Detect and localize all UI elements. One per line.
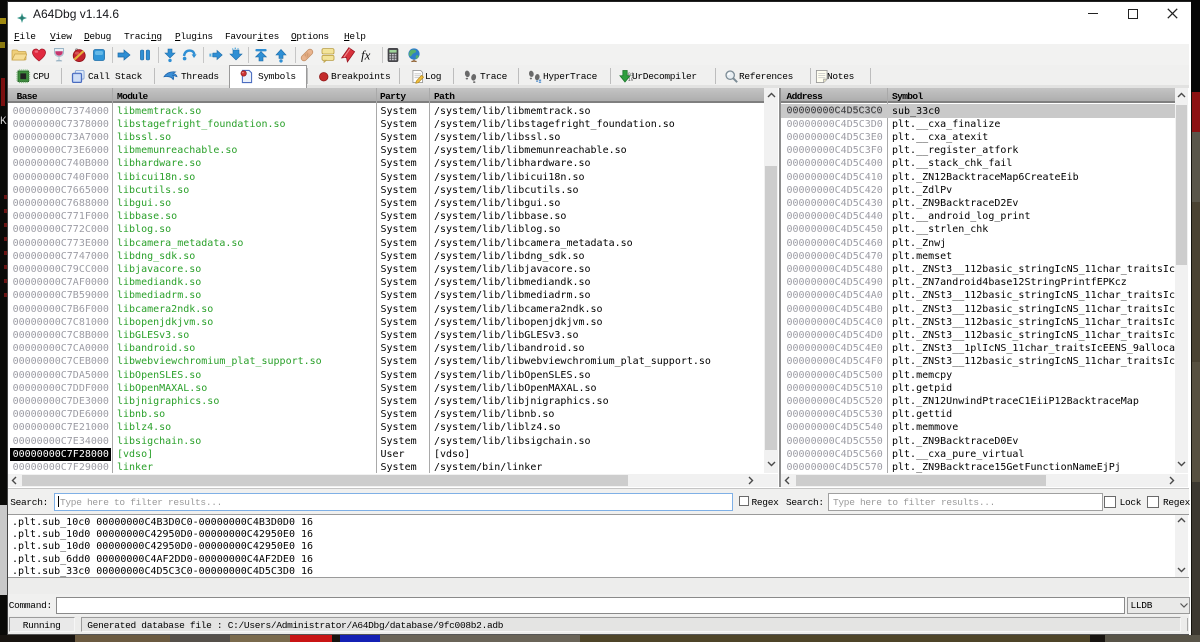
svg-text:fx: fx (361, 48, 371, 63)
